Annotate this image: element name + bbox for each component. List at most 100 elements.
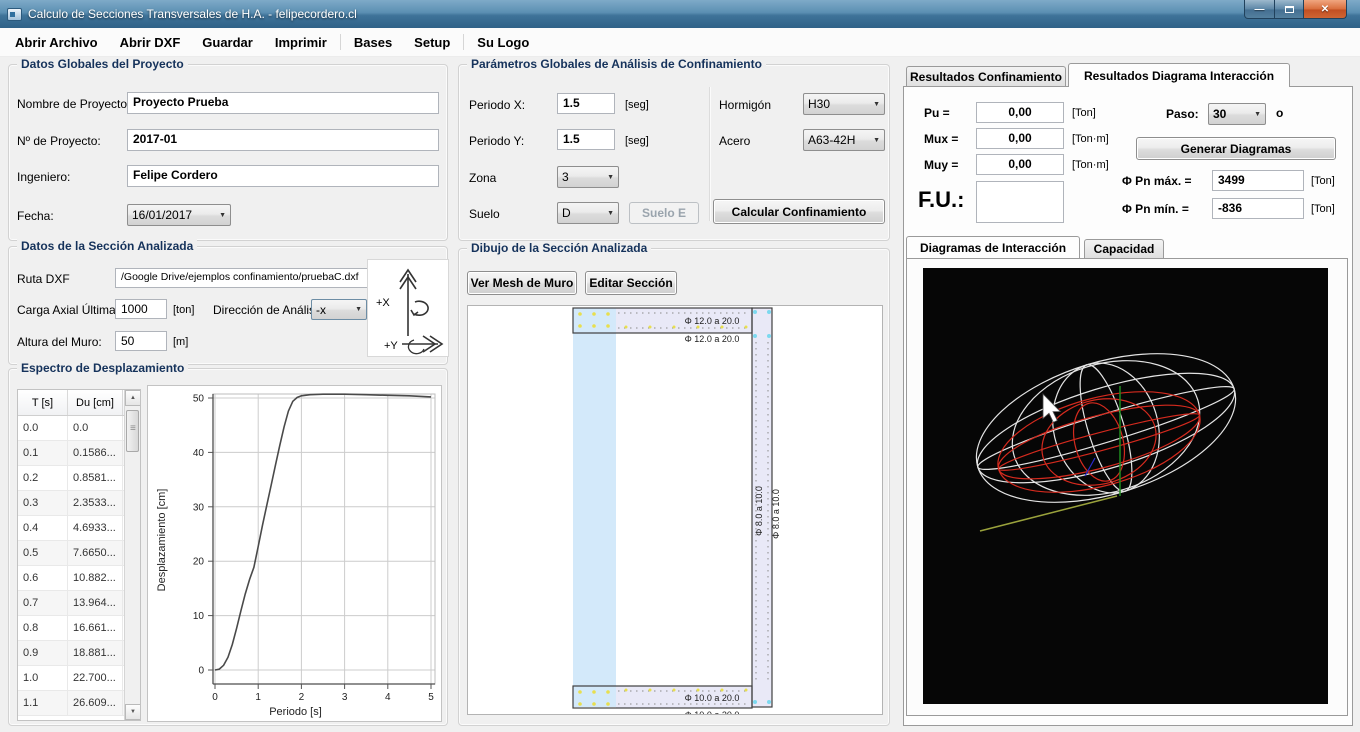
maximize-button[interactable] — [1275, 0, 1304, 19]
mux-unit: [Ton·m] — [1072, 133, 1109, 145]
calcular-confinamiento-button[interactable]: Calcular Confinamiento — [713, 199, 885, 224]
cell-du: 0.8581... — [68, 466, 123, 490]
window-title: Calculo de Secciones Transversales de H.… — [28, 7, 357, 21]
app-icon — [7, 8, 22, 21]
interaction-diagram-3d-view[interactable] — [923, 268, 1328, 704]
cell-du: 10.882... — [68, 566, 123, 590]
scroll-up-icon[interactable]: ▲ — [125, 390, 141, 406]
axis-icon-graphic: +X +Y — [368, 260, 448, 356]
chevron-down-icon: ▼ — [603, 174, 614, 181]
titlebar[interactable]: Calculo de Secciones Transversales de H.… — [0, 0, 1360, 28]
project-number-label: Nº de Proyecto: — [17, 134, 101, 148]
column-header-t[interactable]: T [s] — [18, 390, 68, 415]
close-button[interactable]: ✕ — [1304, 0, 1347, 19]
minimize-button[interactable]: — — [1244, 0, 1275, 19]
svg-text:0: 0 — [198, 666, 204, 677]
paso-dropdown[interactable]: 30 ▼ — [1208, 103, 1266, 125]
svg-text:1: 1 — [255, 692, 261, 703]
project-number-input[interactable]: 2017-01 — [127, 129, 439, 151]
periodo-y-label: Periodo Y: — [469, 134, 524, 148]
editar-seccion-button[interactable]: Editar Sección — [585, 271, 677, 295]
menu-bases[interactable]: Bases — [343, 35, 403, 50]
suelo-dropdown[interactable]: D ▼ — [557, 202, 619, 224]
annotation-top-in: Φ 12.0 a 20.0 — [685, 316, 740, 326]
suelo-value: D — [562, 206, 571, 220]
cell-du: 0.1586... — [68, 441, 123, 465]
periodo-y-input[interactable]: 1.5 — [557, 129, 615, 150]
table-row[interactable]: 1.126.609... — [18, 691, 140, 716]
svg-text:+Y: +Y — [384, 340, 398, 352]
table-row[interactable]: 0.816.661... — [18, 616, 140, 641]
hormigon-dropdown[interactable]: H30 ▼ — [803, 93, 885, 115]
acero-value: A63-42H — [808, 133, 855, 147]
group-datos-globales: Datos Globales del Proyecto Nombre de Pr… — [8, 64, 448, 241]
ruta-dxf-input[interactable]: /Google Drive/ejemplos confinamiento/pru… — [115, 268, 373, 288]
annotation-web-in: Φ 8.0 a 10.0 — [754, 486, 764, 536]
ver-mesh-button[interactable]: Ver Mesh de Muro — [467, 271, 577, 295]
table-row[interactable]: 0.32.3533... — [18, 491, 140, 516]
table-scrollbar[interactable]: ▲ ▼ — [124, 390, 140, 720]
pn-min-label: Φ Pn mín. = — [1122, 202, 1189, 216]
altura-muro-unit: [m] — [173, 336, 188, 348]
periodo-x-input[interactable]: 1.5 — [557, 93, 615, 114]
tab-diagramas-interaccion[interactable]: Diagramas de Interacción — [906, 236, 1080, 258]
section-drawing-canvas[interactable]: Φ 12.0 a 20.0 Φ 12.0 a 20.0 Φ 8.0 a 10.0… — [467, 305, 883, 715]
tab-resultados-diagrama[interactable]: Resultados Diagrama Interacción — [1068, 63, 1290, 87]
direccion-label: Dirección de Análisis: — [213, 303, 327, 317]
scrollbar-thumb[interactable] — [126, 410, 139, 452]
table-row[interactable]: 0.57.6650... — [18, 541, 140, 566]
menu-setup[interactable]: Setup — [403, 35, 461, 50]
menu-abrir-dxf[interactable]: Abrir DXF — [109, 35, 192, 50]
pn-max-output: 3499 — [1212, 170, 1304, 191]
table-row[interactable]: 0.713.964... — [18, 591, 140, 616]
project-name-input[interactable]: Proyecto Prueba — [127, 92, 439, 114]
zona-value: 3 — [562, 170, 569, 184]
cell-t: 0.5 — [18, 541, 68, 565]
table-row[interactable]: 0.610.882... — [18, 566, 140, 591]
date-dropdown[interactable]: 16/01/2017 ▼ — [127, 204, 231, 226]
maximize-icon — [1285, 6, 1294, 13]
spectrum-table: T [s] Du [cm] 0.00.00.10.1586...0.20.858… — [17, 389, 141, 721]
acero-dropdown[interactable]: A63-42H ▼ — [803, 129, 885, 151]
table-row[interactable]: 0.20.8581... — [18, 466, 140, 491]
engineer-input[interactable]: Felipe Cordero — [127, 165, 439, 187]
cell-t: 0.6 — [18, 566, 68, 590]
tab-capacidad[interactable]: Capacidad — [1084, 239, 1164, 258]
generar-diagramas-button[interactable]: Generar Diagramas — [1136, 137, 1336, 160]
svg-text:10: 10 — [193, 611, 205, 622]
annotation-web-out: Φ 8.0 a 10.0 — [771, 489, 781, 539]
menu-abrir-archivo[interactable]: Abrir Archivo — [4, 35, 109, 50]
menu-imprimir[interactable]: Imprimir — [264, 35, 338, 50]
carga-axial-label: Carga Axial Última: — [17, 303, 119, 317]
direccion-dropdown[interactable]: -x ▼ — [311, 299, 367, 320]
date-value: 16/01/2017 — [132, 208, 192, 222]
pu-label: Pu = — [924, 106, 950, 120]
spectrum-plot: 01234501020304050 — [148, 386, 443, 706]
altura-muro-label: Altura del Muro: — [17, 335, 102, 349]
mux-input[interactable]: 0,00 — [976, 128, 1064, 149]
column-header-du[interactable]: Du [cm] — [68, 390, 123, 415]
table-row[interactable]: 0.10.1586... — [18, 441, 140, 466]
annotation-bottom-out: Φ 10.0 a 20.0 — [685, 710, 740, 714]
pu-input[interactable]: 0,00 — [976, 102, 1064, 123]
table-row[interactable]: 0.918.881... — [18, 641, 140, 666]
chevron-down-icon: ▼ — [869, 101, 880, 108]
menu-guardar[interactable]: Guardar — [191, 35, 264, 50]
table-row[interactable]: 0.44.6933... — [18, 516, 140, 541]
spectrum-curve — [215, 394, 431, 670]
table-row[interactable]: 1.022.700... — [18, 666, 140, 691]
menu-su-logo[interactable]: Su Logo — [466, 35, 540, 50]
suelo-e-button[interactable]: Suelo E — [629, 202, 699, 224]
svg-text:+X: +X — [376, 297, 390, 309]
cell-t: 0.2 — [18, 466, 68, 490]
carga-axial-input[interactable]: 1000 — [115, 299, 167, 319]
periodo-y-unit: [seg] — [625, 135, 649, 147]
altura-muro-input[interactable]: 50 — [115, 331, 167, 351]
pn-min-unit: [Ton] — [1311, 203, 1335, 215]
table-row[interactable]: 0.00.0 — [18, 416, 140, 441]
ruta-dxf-label: Ruta DXF — [17, 272, 70, 286]
muy-input[interactable]: 0,00 — [976, 154, 1064, 175]
tab-resultados-confinamiento[interactable]: Resultados Confinamiento — [906, 66, 1066, 87]
zona-dropdown[interactable]: 3 ▼ — [557, 166, 619, 188]
scroll-down-icon[interactable]: ▼ — [125, 704, 141, 720]
